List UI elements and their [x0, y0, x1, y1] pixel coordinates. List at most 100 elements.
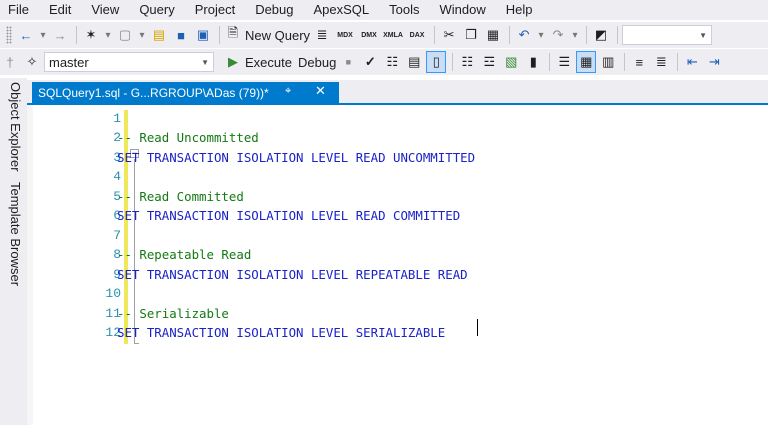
dmx-query-button[interactable]: DMX [358, 24, 380, 46]
undo-button[interactable]: ↶ [514, 24, 534, 46]
redo-dropdown[interactable]: ▾ [570, 24, 580, 46]
new-project-icon: ✶ [85, 27, 97, 42]
back-button[interactable]: ← [16, 24, 36, 46]
connect-button[interactable]: † [0, 51, 20, 73]
back-icon: ← [19, 27, 33, 43]
menu-apexsql[interactable]: ApexSQL [304, 0, 380, 20]
menu-edit[interactable]: Edit [39, 0, 81, 20]
parse-button[interactable]: ✓ [360, 51, 380, 73]
chevron-down-icon: ▼ [201, 57, 209, 67]
redo-icon: ↷ [552, 27, 564, 42]
new-query-button[interactable]: 🗎 New Query [224, 24, 310, 46]
results-to-text-button[interactable]: ☰ [554, 51, 574, 73]
paste-icon: ▦ [486, 27, 500, 42]
solution-configuration-combo[interactable]: ▼ [622, 25, 713, 45]
activity-monitor-button[interactable]: ◩ [591, 24, 611, 46]
query-options-button[interactable]: ▯ [426, 51, 447, 73]
play-icon: ▶ [228, 54, 238, 69]
results-text-icon: ☰ [558, 54, 571, 69]
xmla-query-button[interactable]: XMLA [382, 24, 404, 46]
comment-button[interactable]: ≡ [629, 51, 649, 73]
menu-bar: File Edit View Query Project Debug ApexS… [0, 0, 768, 20]
line-number: 10 [105, 286, 121, 302]
database-value: master [49, 54, 89, 70]
code-comment-line: -- Read Committed [117, 188, 244, 204]
new-project-dropdown[interactable]: ▾ [103, 24, 113, 46]
code-statement-line: SET TRANSACTION ISOLATION LEVEL REPEATAB… [117, 266, 468, 282]
line-number: 12 [105, 324, 121, 340]
results-to-file-button[interactable]: ▥ [598, 51, 618, 73]
uncomment-button[interactable]: ≣ [651, 51, 671, 73]
menu-view[interactable]: View [81, 0, 129, 20]
line-number: 5 [113, 188, 121, 204]
client-stats-button[interactable]: ▧ [501, 51, 521, 73]
actual-plan-icon: ☷ [461, 54, 474, 69]
available-databases-combo[interactable]: master ▼ [44, 52, 214, 72]
results-grid-icon: ▦ [580, 54, 593, 69]
add-item-button[interactable]: ▢ [115, 24, 135, 46]
redo-button[interactable]: ↷ [548, 24, 568, 46]
toolbar-separator [434, 26, 436, 44]
uncomment-icon: ≣ [655, 54, 667, 69]
document-tab[interactable]: SQLQuery1.sql - G...RGROUP\ADas (79))* ⌖… [32, 82, 339, 104]
close-icon[interactable]: ✕ [315, 83, 326, 99]
connect-icon: † [6, 54, 14, 70]
forward-button[interactable]: → [50, 24, 70, 46]
add-item-dropdown[interactable]: ▾ [137, 24, 147, 46]
pin-icon[interactable]: ⌖ [285, 85, 291, 98]
menu-debug[interactable]: Debug [245, 0, 303, 20]
toolbar-separator [624, 53, 626, 71]
undo-icon: ↶ [518, 27, 530, 42]
menu-window[interactable]: Window [430, 0, 496, 20]
open-file-button[interactable]: ▤ [149, 24, 169, 46]
results-to-grid-button[interactable]: ▦ [576, 51, 597, 73]
dax-query-button[interactable]: DAX [406, 24, 428, 46]
save-all-button[interactable]: ▣ [193, 24, 213, 46]
live-stats-button[interactable]: ☲ [479, 51, 499, 73]
query-editor[interactable]: 1 2 3 4 5 6 7 8 9 10 11 12 − -- Read Uncommitted SET… [27, 105, 768, 425]
cancel-query-button[interactable]: ■ [338, 51, 358, 73]
increase-indent-button[interactable]: ⇥ [704, 51, 724, 73]
sql-editor-toolbar: † ✧ master ▼ ▶ Execute Debug ■ ✓ ☷ ▤ ▯ ☷… [0, 49, 768, 75]
menu-help[interactable]: Help [496, 0, 543, 20]
stop-icon: ■ [345, 57, 352, 67]
parse-checkmark-icon: ✓ [364, 54, 376, 69]
estimated-plan-button[interactable]: ☷ [382, 51, 402, 73]
intellisense-button[interactable]: ▤ [404, 51, 424, 73]
menu-file[interactable]: File [0, 0, 39, 20]
actual-plan-button[interactable]: ☷ [457, 51, 477, 73]
debug-button[interactable]: Debug [298, 51, 336, 73]
back-dropdown[interactable]: ▾ [38, 24, 48, 46]
object-explorer-tab[interactable]: Object Explorer [3, 82, 23, 172]
save-button[interactable]: ■ [171, 24, 191, 46]
cut-icon: ✂ [443, 27, 455, 42]
copy-button[interactable]: ❐ [461, 24, 481, 46]
toolbar-separator [617, 26, 619, 44]
line-number: 6 [113, 208, 121, 224]
undo-dropdown[interactable]: ▾ [536, 24, 546, 46]
paste-button[interactable]: ▦ [483, 24, 503, 46]
menu-project[interactable]: Project [185, 0, 245, 20]
cut-button[interactable]: ✂ [439, 24, 459, 46]
execute-button[interactable]: ▶ Execute [224, 51, 292, 73]
execute-label: Execute [245, 54, 292, 70]
new-project-button[interactable]: ✶ [81, 24, 101, 46]
menu-tools[interactable]: Tools [379, 0, 429, 20]
toolbar-separator [677, 53, 679, 71]
standard-toolbar: ← ▾ → ✶ ▾ ▢ ▾ ▤ ■ ▣ 🗎 New Query ≣ MDX DM… [0, 22, 768, 48]
template-browser-tab[interactable]: Template Browser [3, 182, 23, 286]
mdx-query-button[interactable]: MDX [334, 24, 356, 46]
sqlcmd-mode-button[interactable]: ▮ [523, 51, 543, 73]
code-statement-line: SET TRANSACTION ISOLATION LEVEL SERIALIZ… [117, 324, 446, 340]
database-engine-query-button[interactable]: ≣ [312, 24, 332, 46]
line-number: 7 [113, 227, 121, 243]
results-file-icon: ▥ [602, 54, 615, 69]
sqlcmd-icon: ▮ [529, 54, 537, 69]
toolbar-grip[interactable] [6, 26, 12, 44]
increase-indent-icon: ⇥ [708, 54, 720, 69]
decrease-indent-button[interactable]: ⇤ [682, 51, 702, 73]
toolbar-separator [549, 53, 551, 71]
code-statement-line: SET TRANSACTION ISOLATION LEVEL READ UNC… [117, 149, 476, 165]
change-connection-button[interactable]: ✧ [22, 51, 42, 73]
menu-query[interactable]: Query [129, 0, 184, 20]
